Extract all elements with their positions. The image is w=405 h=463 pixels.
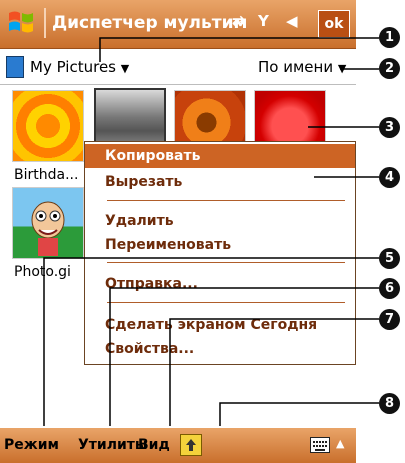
callout-1: 1 bbox=[379, 27, 400, 48]
callout-3: 3 bbox=[379, 117, 400, 138]
callout-7: 7 bbox=[379, 309, 400, 330]
callout-5: 5 bbox=[379, 248, 400, 269]
callout-lines bbox=[43, 37, 379, 426]
callout-2: 2 bbox=[379, 58, 400, 79]
callout-4: 4 bbox=[379, 167, 400, 188]
callout-6: 6 bbox=[379, 278, 400, 299]
callout-8: 8 bbox=[379, 393, 400, 414]
